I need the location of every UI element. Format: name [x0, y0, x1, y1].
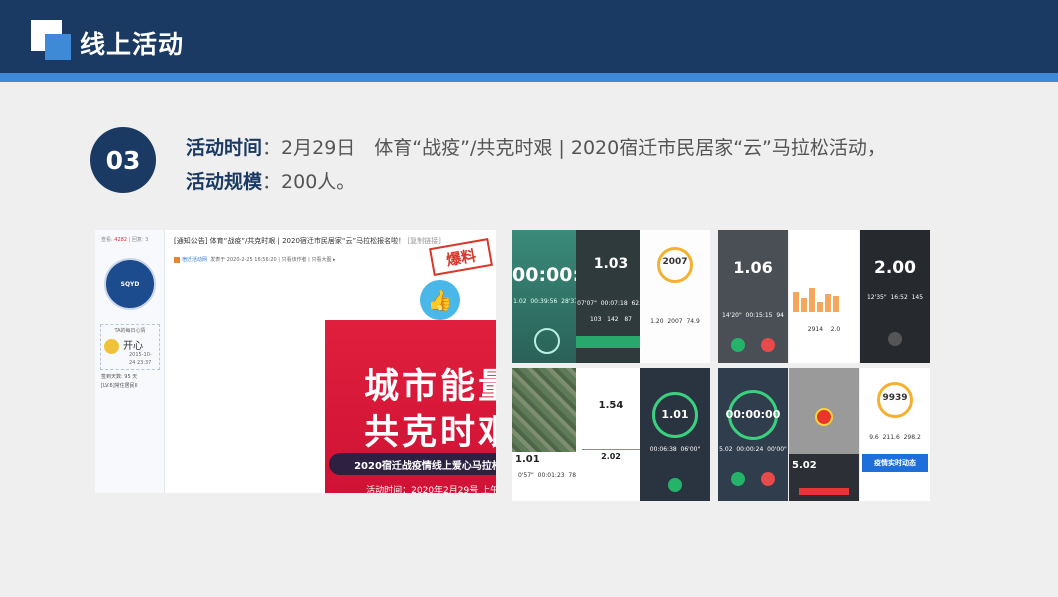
forum-stats: 查看: 4282 | 回复: 3	[101, 237, 149, 243]
forum-post-meta: 宿迁活动网 发表于 2020-2-25 16:56:20 | 只看该作者 | 只…	[174, 256, 336, 263]
activity-time-line: 活动时间：2月29日 体育“战疫”/共克时艰 | 2020宿迁市民居家“云”马拉…	[186, 133, 886, 160]
user-avatar-badge: SQYD	[104, 258, 156, 310]
activity-scale-value: ：200人。	[262, 171, 356, 193]
user-meta: 签到天数: 95 天 [LV.6]常住居民II	[101, 374, 138, 389]
title-logo-square-front	[45, 34, 71, 60]
page-title: 线上活动	[80, 30, 185, 59]
step-counter-screen-3: 2007 1.20 2007 74.9	[640, 230, 710, 363]
running-app-screen-2: 1.03 07'07" 00:07:18 62.9 103 142 87	[576, 230, 646, 363]
like-count: 9	[438, 305, 442, 312]
running-app-screen-9: 1.01 00:06:38 06'00"	[640, 368, 710, 501]
weekly-stats-screen-5: 2914 2.0	[789, 230, 859, 363]
route-map-screen-7: 1.01 0'57" 00:01:23 78	[512, 368, 582, 501]
forum-user-panel: 查看: 4282 | 回复: 3 SQYD TA的每日心情 开心 2015-10…	[95, 230, 165, 493]
running-app-screen-6: 2.00 12'35" 16:52 145	[860, 230, 930, 363]
activity-time-label: 活动时间	[186, 137, 263, 159]
step-counter-screen-12: 9939 9.6 211.6 298.2 疫情实时动态	[860, 368, 930, 501]
activity-scale-label: 活动规模	[186, 171, 263, 193]
running-app-screen-1: 00:00:00 1.02 00:39:56 28'37"	[512, 230, 582, 363]
activity-time-value: ：2月29日 体育“战疫”/共克时艰 | 2020宿迁市民居家“云”马拉松活动，	[262, 137, 886, 159]
item-number-badge: 03	[90, 127, 156, 193]
event-poster: 城市能量 共克时艰 2020宿迁战疫情线上爱心马拉松活动 活动时间：2020年2…	[325, 320, 496, 493]
header-accent-strip	[0, 73, 1058, 82]
thumbs-up-icon: 👍	[420, 280, 460, 320]
running-app-screen-4: 1.06 14'20" 00:15:15 94	[718, 230, 788, 363]
route-map-screen-11: 5.02	[789, 368, 859, 501]
forum-post-screenshot: 查看: 4282 | 回复: 3 SQYD TA的每日心情 开心 2015-10…	[95, 230, 496, 493]
pace-chart-screen-8: 1.54 2.02	[576, 368, 646, 501]
running-app-screen-10: 00:00:00 5.02 00:00:24 00'00"	[718, 368, 788, 501]
daily-mood-box: TA的每日心情 开心 2015-10- 24 23:37	[100, 324, 160, 370]
mood-face-icon	[104, 339, 119, 354]
site-icon	[174, 256, 180, 263]
forum-post-title: [通知公告] 体育“战疫”/共克时艰 | 2020宿迁市民居家“云”马拉松报名啦…	[174, 237, 441, 245]
activity-scale-line: 活动规模：200人。	[186, 167, 355, 194]
